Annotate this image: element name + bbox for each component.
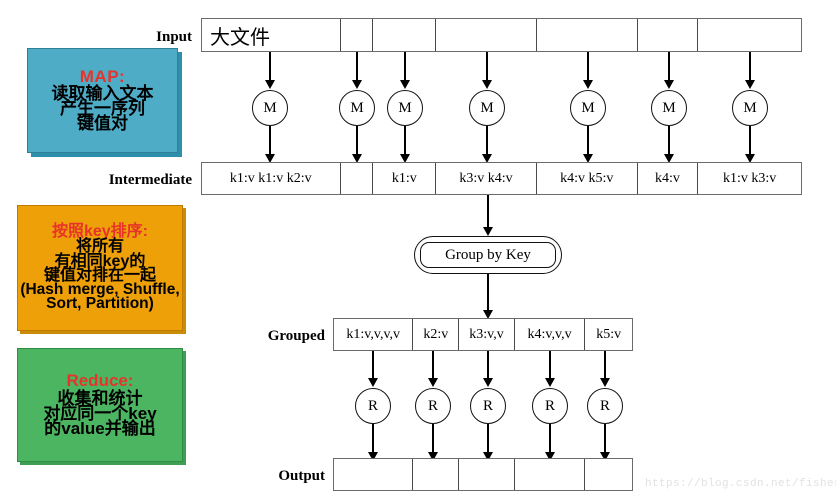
map-worker-3: M	[387, 90, 423, 126]
callout-sort: 按照key排序: 将所有 有相同key的 键值对排在一起 (Hash merge…	[17, 205, 183, 331]
arrow-grouped-to-reduce-5	[604, 351, 606, 379]
intermediate-row: k1:v k1:v k2:v k1:v k3:v k4:v k4:v k5:v …	[201, 162, 802, 195]
arrow-group-to-grouped	[487, 274, 489, 311]
arrow-grouped-to-reduce-4	[549, 351, 551, 379]
output-cell-1	[334, 459, 414, 490]
reduce-worker-1: R	[355, 388, 391, 424]
output-cell-3	[459, 459, 515, 490]
arrow-map-to-intermediate-3	[404, 126, 406, 155]
grouped-cell-5: k5:v	[585, 319, 633, 350]
arrow-map-to-intermediate-5	[587, 126, 589, 155]
intermediate-cell-7: k1:v k3:v	[698, 163, 801, 194]
grouped-cell-3: k3:v,v	[459, 319, 515, 350]
map-worker-6: M	[651, 90, 687, 126]
input-cell-2	[340, 19, 374, 51]
arrow-input-to-map-3	[404, 52, 406, 81]
intermediate-cell-4: k3:v k4:v	[436, 163, 537, 194]
arrow-input-to-map-7	[749, 52, 751, 81]
map-worker-4: M	[469, 90, 505, 126]
grouped-cell-1: k1:v,v,v,v	[334, 319, 414, 350]
label-input: Input	[156, 29, 192, 45]
watermark-text: https://blog.csdn.net/fisherming	[645, 478, 836, 490]
callout-map-line-3: 键值对	[77, 114, 128, 134]
reduce-worker-3: R	[470, 388, 506, 424]
arrow-map-to-intermediate-7	[749, 126, 751, 155]
arrow-input-to-map-4	[486, 52, 488, 81]
arrow-reduce-to-output-5	[604, 424, 606, 453]
map-worker-7: M	[732, 90, 768, 126]
label-output: Output	[278, 468, 325, 484]
intermediate-cell-6: k4:v	[637, 163, 699, 194]
map-worker-2: M	[339, 90, 375, 126]
label-grouped: Grouped	[267, 328, 325, 344]
callout-map: MAP: 读取输入文本 产生一序列 键值对	[27, 48, 178, 153]
arrow-grouped-to-reduce-1	[372, 351, 374, 379]
input-cell-1: 大文件	[202, 19, 341, 51]
arrow-map-to-intermediate-4	[486, 126, 488, 155]
arrow-map-to-intermediate-2	[356, 126, 358, 155]
callout-reduce: Reduce: 收集和统计 对应同一个key 的value并输出	[17, 348, 183, 462]
reduce-worker-4: R	[532, 388, 568, 424]
callout-sort-line-5: Sort, Partition)	[46, 295, 154, 313]
output-cell-5	[585, 459, 633, 490]
arrow-grouped-to-reduce-2	[432, 351, 434, 379]
grouped-cell-2: k2:v	[413, 319, 460, 350]
arrow-map-to-intermediate-6	[668, 126, 670, 155]
arrow-intermediate-to-group	[487, 195, 489, 228]
group-by-key-node: Group by Key	[414, 236, 562, 274]
callout-reduce-line-3: 的value并输出	[44, 419, 156, 439]
output-cell-2	[413, 459, 460, 490]
grouped-cell-4: k4:v,v,v	[514, 319, 586, 350]
arrow-reduce-to-output-2	[432, 424, 434, 453]
arrow-grouped-to-reduce-3	[487, 351, 489, 379]
output-cell-4	[514, 459, 586, 490]
input-cell-7	[698, 19, 801, 51]
intermediate-cell-1: k1:v k1:v k2:v	[202, 163, 341, 194]
input-cell-6	[637, 19, 699, 51]
arrow-reduce-to-output-1	[372, 424, 374, 453]
input-row: 大文件	[201, 18, 802, 52]
intermediate-cell-2	[340, 163, 374, 194]
arrow-reduce-to-output-4	[549, 424, 551, 453]
group-by-key-label: Group by Key	[420, 242, 556, 268]
arrow-map-to-intermediate-1	[269, 126, 271, 155]
input-cell-4	[436, 19, 537, 51]
map-worker-5: M	[570, 90, 606, 126]
grouped-row: k1:v,v,v,v k2:v k3:v,v k4:v,v,v k5:v	[333, 318, 633, 351]
label-intermediate: Intermediate	[108, 172, 192, 188]
arrow-reduce-to-output-3	[487, 424, 489, 453]
intermediate-cell-3: k1:v	[373, 163, 437, 194]
reduce-worker-2: R	[415, 388, 451, 424]
map-worker-1: M	[252, 90, 288, 126]
arrow-input-to-map-6	[668, 52, 670, 81]
output-row	[333, 458, 633, 491]
input-cell-3	[373, 19, 437, 51]
arrow-input-to-map-2	[356, 52, 358, 81]
intermediate-cell-5: k4:v k5:v	[536, 163, 638, 194]
callout-reduce-title: Reduce:	[66, 371, 134, 391]
input-cell-5	[536, 19, 638, 51]
arrow-input-to-map-1	[269, 52, 271, 81]
reduce-worker-5: R	[587, 388, 623, 424]
arrow-input-to-map-5	[587, 52, 589, 81]
mapreduce-diagram: MAP: 读取输入文本 产生一序列 键值对 按照key排序: 将所有 有相同ke…	[0, 0, 836, 500]
